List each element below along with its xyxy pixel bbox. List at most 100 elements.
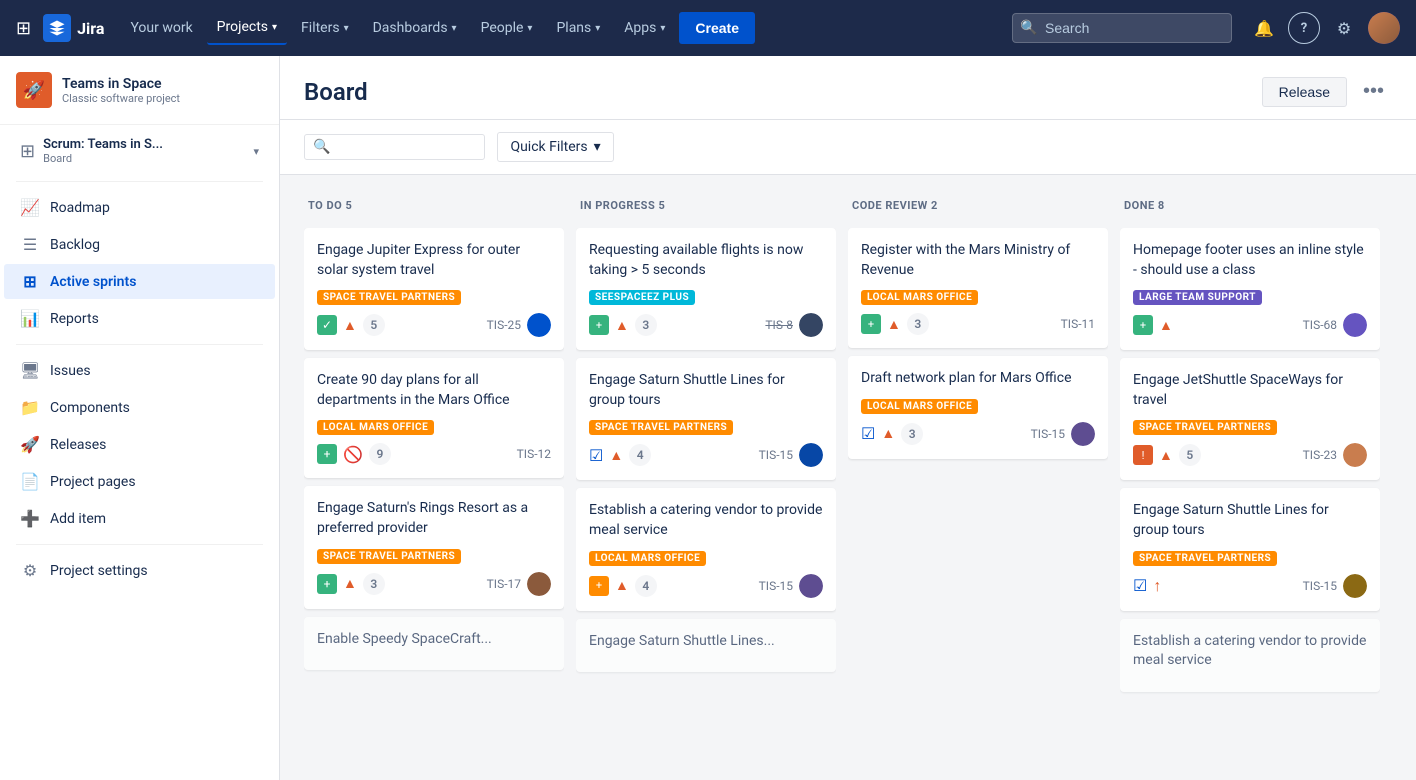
top-navigation: ⊞ Jira Your work Projects ▾ Filters ▾ Da… (0, 0, 1416, 56)
release-button[interactable]: Release (1262, 77, 1347, 107)
jira-logo[interactable]: Jira (43, 14, 104, 42)
nav-people[interactable]: People ▾ (471, 12, 543, 44)
board-title: Board (304, 78, 368, 106)
priority-icon: ▲ (887, 316, 901, 333)
card-label: SPACE TRAVEL PARTNERS (589, 420, 733, 435)
quick-filters-label: Quick Filters (510, 139, 587, 155)
card-avatar (799, 443, 823, 467)
card-footer: + ▲ 4 TIS-15 (589, 574, 823, 598)
story-points: 5 (363, 314, 385, 336)
nav-projects[interactable]: Projects ▾ (207, 11, 287, 45)
nav-your-work[interactable]: Your work (120, 12, 202, 44)
main-content: Board Release ••• 🔍 Quick Filters ▾ TO D… (280, 56, 1416, 780)
quick-filters-chevron: ▾ (594, 139, 601, 155)
card-tis-15-ip[interactable]: Engage Saturn Shuttle Lines for group to… (576, 358, 836, 480)
card-tis-25[interactable]: Engage Jupiter Express for outer solar s… (304, 228, 564, 350)
sidebar-item-roadmap[interactable]: 📈 Roadmap (4, 190, 275, 225)
card-partial-todo[interactable]: Enable Speedy SpaceCraft... (304, 617, 564, 671)
sidebar-item-project-settings[interactable]: ⚙ Project settings (4, 553, 275, 588)
add-item-icon: ➕ (20, 509, 40, 528)
sidebar-item-components[interactable]: 📁 Components (4, 390, 275, 425)
task-icon: + (589, 576, 609, 596)
quick-filters-button[interactable]: Quick Filters ▾ (497, 132, 613, 162)
column-header-todo: TO DO 5 (304, 191, 564, 220)
card-id: TIS-17 (487, 577, 521, 591)
project-info: Teams in Space Classic software project (62, 76, 180, 105)
card-id: TIS-23 (1303, 448, 1337, 462)
people-chevron: ▾ (527, 23, 532, 34)
column-cards-inprogress: Requesting available flights is now taki… (576, 228, 836, 764)
column-header-codereview: CODE REVIEW 2 (848, 191, 1108, 220)
card-label: LARGE TEAM SUPPORT (1133, 290, 1262, 305)
more-options-button[interactable]: ••• (1355, 76, 1392, 107)
card-title: Establish a catering vendor to provide m… (589, 501, 823, 540)
sidebar-item-reports[interactable]: 📊 Reports (4, 301, 275, 336)
nav-dashboards[interactable]: Dashboards ▾ (363, 12, 467, 44)
card-footer: + ▲ 3 TIS-17 (317, 572, 551, 596)
card-avatar (527, 313, 551, 337)
blocked-icon: 🚫 (343, 445, 363, 464)
card-label: SEESPACEEZ PLUS (589, 290, 695, 305)
sidebar-item-active-sprints[interactable]: ⊞ Active sprints (4, 264, 275, 299)
nav-filters[interactable]: Filters ▾ (291, 12, 359, 44)
card-tis-15-draft[interactable]: Draft network plan for Mars Office LOCAL… (848, 356, 1108, 459)
project-type: Classic software project (62, 92, 180, 105)
column-cards-done: Homepage footer uses an inline style - s… (1120, 228, 1380, 764)
create-button[interactable]: Create (679, 12, 755, 44)
card-footer: ✓ ▲ 5 TIS-25 (317, 313, 551, 337)
check-icon: ☑ (589, 446, 603, 465)
card-tis-68[interactable]: Homepage footer uses an inline style - s… (1120, 228, 1380, 350)
card-title: Create 90 day plans for all departments … (317, 371, 551, 410)
priority-high-icon: ▲ (343, 317, 357, 334)
card-tis-8[interactable]: Requesting available flights is now taki… (576, 228, 836, 350)
card-id: TIS-15 (1031, 427, 1065, 441)
priority-up-icon: ↑ (1153, 576, 1161, 596)
card-tis-15-catering[interactable]: Establish a catering vendor to provide m… (576, 488, 836, 610)
filter-search-input[interactable] (336, 139, 476, 155)
story-points: 3 (907, 313, 929, 335)
sidebar-item-issues[interactable]: 🖥 Issues (4, 353, 275, 388)
card-tis-12[interactable]: Create 90 day plans for all departments … (304, 358, 564, 478)
card-title: Homepage footer uses an inline style - s… (1133, 241, 1367, 280)
card-label: SPACE TRAVEL PARTNERS (317, 290, 461, 305)
sidebar-item-backlog[interactable]: ☰ Backlog (4, 227, 275, 262)
sidebar-item-add-item[interactable]: ➕ Add item (4, 501, 275, 536)
card-partial-done[interactable]: Establish a catering vendor to provide m… (1120, 619, 1380, 692)
sidebar-item-releases[interactable]: 🚀 Releases (4, 427, 275, 462)
grid-icon[interactable]: ⊞ (16, 18, 31, 39)
card-tis-11[interactable]: Register with the Mars Ministry of Reven… (848, 228, 1108, 348)
card-id: TIS-15 (759, 579, 793, 593)
nav-plans[interactable]: Plans ▾ (546, 12, 610, 44)
sidebar-item-project-pages[interactable]: 📄 Project pages (4, 464, 275, 499)
card-title: Engage Jupiter Express for outer solar s… (317, 241, 551, 280)
card-tis-23[interactable]: Engage JetShuttle SpaceWays for travel S… (1120, 358, 1380, 480)
card-title: Engage Saturn Shuttle Lines for group to… (1133, 501, 1367, 540)
column-todo: TO DO 5 Engage Jupiter Express for outer… (304, 191, 564, 764)
card-id: TIS-8 (765, 318, 793, 332)
column-codereview: CODE REVIEW 2 Register with the Mars Min… (848, 191, 1108, 764)
help-button[interactable]: ? (1288, 12, 1320, 44)
story-icon: ✓ (317, 315, 337, 335)
board-section[interactable]: ⊞ Scrum: Teams in S... Board ▾ (8, 129, 271, 173)
card-tis-15-done[interactable]: Engage Saturn Shuttle Lines for group to… (1120, 488, 1380, 610)
notifications-button[interactable]: 🔔 (1248, 12, 1280, 44)
story-points: 4 (629, 444, 651, 466)
project-pages-icon: 📄 (20, 472, 40, 491)
check-icon: ☑ (861, 424, 875, 443)
card-tis-17[interactable]: Engage Saturn's Rings Resort as a prefer… (304, 486, 564, 608)
story-points: 3 (635, 314, 657, 336)
app-layout: 🚀 Teams in Space Classic software projec… (0, 0, 1416, 780)
filter-search-icon: 🔍 (313, 139, 330, 155)
user-avatar[interactable] (1368, 12, 1400, 44)
card-title: Requesting available flights is now taki… (589, 241, 823, 280)
card-title: Engage Saturn's Rings Resort as a prefer… (317, 499, 551, 538)
card-avatar (1343, 313, 1367, 337)
settings-button[interactable]: ⚙ (1328, 12, 1360, 44)
search-input[interactable] (1012, 13, 1232, 43)
story-points: 3 (363, 573, 385, 595)
card-avatar (527, 572, 551, 596)
card-label: LOCAL MARS OFFICE (317, 420, 434, 435)
nav-apps[interactable]: Apps ▾ (614, 12, 675, 44)
search-icon: 🔍 (1020, 20, 1037, 36)
card-partial-ip[interactable]: Engage Saturn Shuttle Lines... (576, 619, 836, 673)
